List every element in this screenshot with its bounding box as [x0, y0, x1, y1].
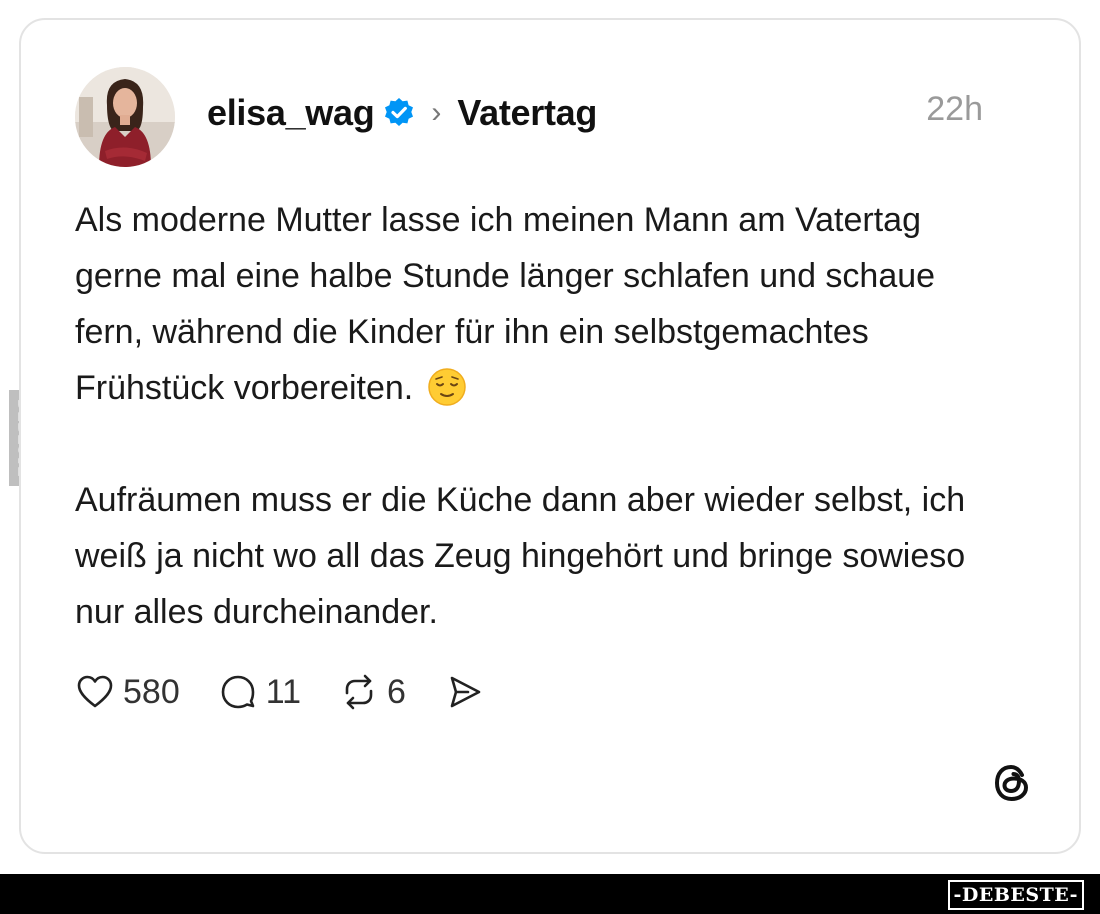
relieved-face-emoji-icon [427, 367, 467, 407]
comment-count: 11 [265, 672, 302, 711]
post-paragraph-1-text: Als moderne Mutter lasse ich meinen Mann… [75, 201, 936, 407]
share-button[interactable] [444, 672, 484, 712]
heart-icon [77, 675, 113, 708]
repost-count: 6 [387, 672, 406, 711]
action-bar: 580 11 6 [75, 668, 522, 716]
post-timestamp: 22h [926, 90, 983, 128]
bottom-bar: -DEBESTE- [0, 874, 1100, 914]
chevron-right-icon: › [431, 96, 442, 129]
comment-button[interactable]: 11 [218, 672, 301, 712]
repost-icon [345, 674, 373, 710]
post-card: elisa_wag › Vatertag 22h Als moderne Mut… [19, 18, 1081, 854]
repost-button[interactable]: 6 [339, 672, 406, 712]
username[interactable]: elisa_wag [207, 92, 375, 134]
share-icon [450, 676, 481, 708]
threads-logo-icon [989, 760, 1035, 806]
topic-tag[interactable]: Vatertag [457, 92, 597, 134]
post-paragraph-1: Als moderne Mutter lasse ich meinen Mann… [75, 192, 995, 416]
comment-icon [221, 675, 255, 709]
post-header: elisa_wag › Vatertag [207, 88, 597, 138]
like-button[interactable]: 580 [75, 672, 180, 712]
post-paragraph-2: Aufräumen muss er die Küche dann aber wi… [75, 481, 966, 631]
brand-logo: -DEBESTE- [947, 880, 1084, 910]
verified-badge-icon [383, 97, 415, 129]
avatar-image [75, 67, 175, 167]
like-count: 580 [123, 672, 180, 711]
post-body: Als moderne Mutter lasse ich meinen Mann… [75, 192, 995, 640]
avatar[interactable] [75, 67, 175, 167]
